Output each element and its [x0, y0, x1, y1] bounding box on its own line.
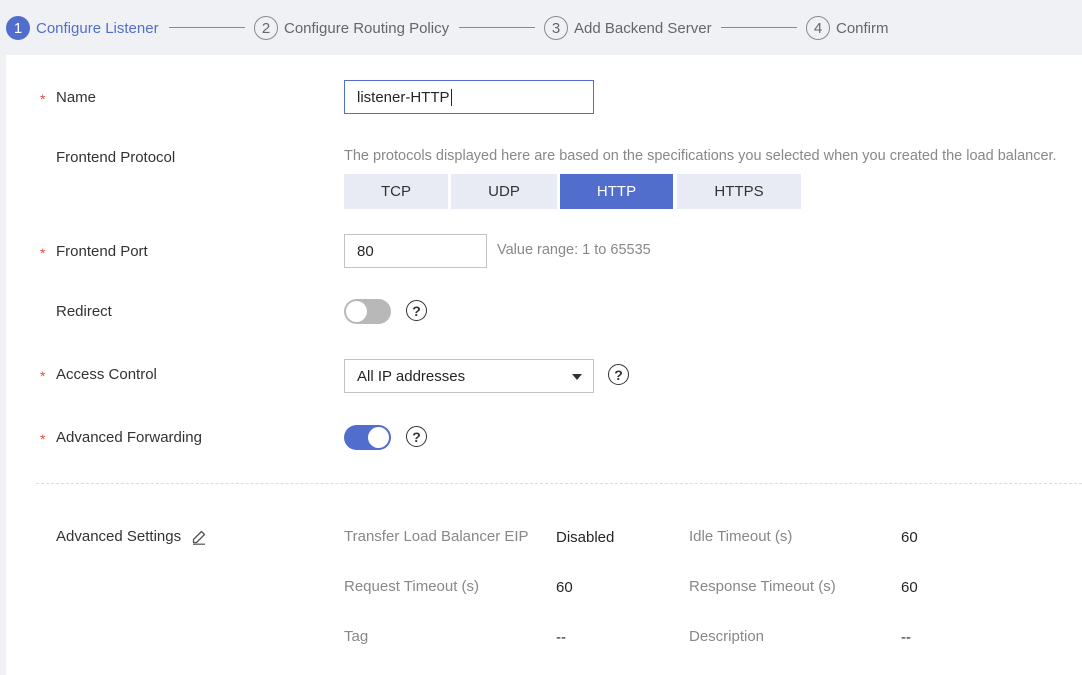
protocol-option-https[interactable]: HTTPS	[677, 174, 801, 209]
pencil-icon[interactable]	[191, 529, 207, 545]
access-control-label: Access Control	[56, 366, 157, 383]
question-mark-circle-icon[interactable]: ?	[406, 300, 427, 321]
step-connector	[169, 27, 245, 28]
access-control-select[interactable]: All IP addresses	[344, 359, 594, 393]
setting-value: 60	[556, 579, 573, 596]
setting-key: Description	[689, 628, 765, 645]
step-configure-listener[interactable]: 1 Configure Listener	[6, 15, 159, 41]
step-number: 2	[254, 16, 278, 40]
required-mark: *	[40, 431, 46, 447]
caret-down-icon	[572, 374, 582, 380]
step-label: Configure Listener	[36, 19, 159, 37]
frontend-protocol-hint: The protocols displayed here are based o…	[344, 148, 1057, 164]
frontend-protocol-label: Frontend Protocol	[56, 149, 176, 166]
name-input[interactable]: listener-HTTP	[344, 80, 594, 114]
advanced-forwarding-toggle[interactable]	[344, 425, 391, 450]
toggle-knob	[368, 427, 389, 448]
redirect-toggle[interactable]	[344, 299, 391, 324]
question-mark-circle-icon[interactable]: ?	[608, 364, 629, 385]
step-configure-routing-policy[interactable]: 2 Configure Routing Policy	[254, 15, 449, 41]
required-mark: *	[40, 368, 46, 384]
step-number: 3	[544, 16, 568, 40]
frontend-port-value: 80	[357, 242, 374, 260]
protocol-option-udp[interactable]: UDP	[451, 174, 557, 209]
setting-value: 60	[901, 579, 918, 596]
setting-value: 60	[901, 529, 918, 546]
required-mark: *	[40, 245, 46, 261]
protocol-option-tcp[interactable]: TCP	[344, 174, 448, 209]
step-label: Add Backend Server	[574, 19, 712, 37]
name-label: Name	[56, 89, 97, 106]
setting-key: Transfer Load Balancer EIP	[344, 528, 529, 545]
setting-value: --	[556, 629, 566, 646]
listener-form-card: * Name listener-HTTP Frontend Protocol T…	[6, 55, 1082, 675]
step-connector	[459, 27, 535, 28]
advanced-forwarding-label: Advanced Forwarding	[56, 429, 202, 446]
frontend-port-input[interactable]: 80	[344, 234, 487, 268]
step-label: Configure Routing Policy	[284, 19, 450, 37]
section-divider	[36, 483, 1082, 484]
required-mark: *	[40, 91, 46, 107]
step-label: Confirm	[836, 19, 889, 37]
setting-value: --	[901, 629, 911, 646]
advanced-settings-label: Advanced Settings	[56, 528, 182, 545]
setting-key: Response Timeout (s)	[689, 578, 836, 595]
step-confirm[interactable]: 4 Confirm	[806, 15, 889, 41]
name-input-value: listener-HTTP	[357, 88, 450, 106]
setting-key: Tag	[344, 628, 369, 645]
setting-value: Disabled	[556, 529, 615, 546]
redirect-label: Redirect	[56, 303, 112, 320]
wizard-steps: 1 Configure Listener 2 Configure Routing…	[0, 0, 1082, 55]
question-mark-circle-icon[interactable]: ?	[406, 426, 427, 447]
step-connector	[721, 27, 797, 28]
frontend-port-label: Frontend Port	[56, 243, 148, 260]
toggle-knob	[346, 301, 367, 322]
access-control-value: All IP addresses	[357, 367, 466, 385]
frontend-port-hint: Value range: 1 to 65535	[497, 242, 651, 258]
setting-key: Request Timeout (s)	[344, 578, 480, 595]
step-add-backend-server[interactable]: 3 Add Backend Server	[544, 15, 712, 41]
setting-key: Idle Timeout (s)	[689, 528, 793, 545]
protocol-option-http[interactable]: HTTP	[560, 174, 673, 209]
step-number: 4	[806, 16, 830, 40]
step-number: 1	[6, 16, 30, 40]
text-caret	[450, 88, 452, 106]
